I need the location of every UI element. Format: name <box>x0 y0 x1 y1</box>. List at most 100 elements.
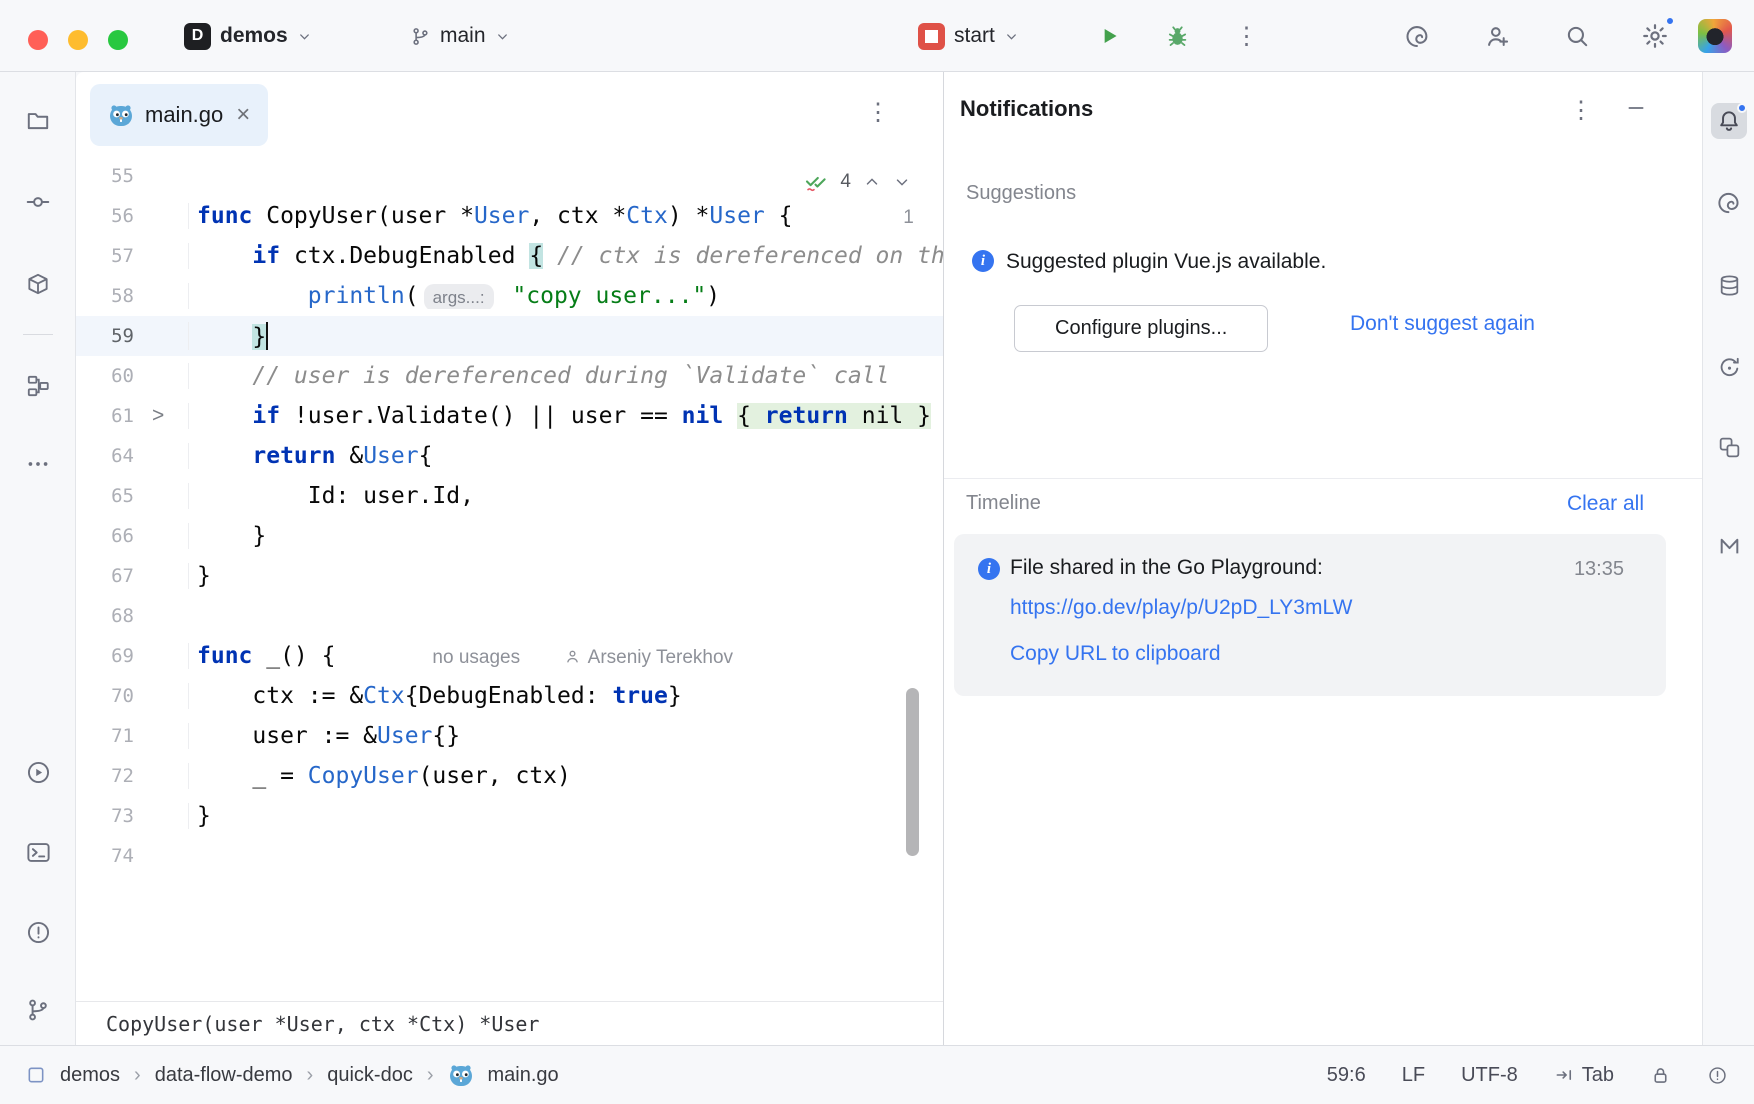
code-line[interactable]: 73} <box>76 796 943 836</box>
run-tool-button[interactable] <box>20 754 56 790</box>
line-number[interactable]: 73 <box>76 805 134 827</box>
code-with-me-button[interactable] <box>1478 17 1516 55</box>
line-number[interactable]: 69 <box>76 645 134 667</box>
line-number[interactable]: 67 <box>76 565 134 587</box>
clear-all-link[interactable]: Clear all <box>1567 492 1644 516</box>
structure-tool-button[interactable] <box>20 368 56 404</box>
line-number[interactable]: 55 <box>76 165 134 187</box>
code-line[interactable]: 57 if ctx.DebugEnabled { // ctx is deref… <box>76 236 943 276</box>
breadcrumb-item[interactable]: main.go <box>488 1064 559 1087</box>
code-token: Id: user.Id, <box>197 483 474 509</box>
playground-url-link[interactable]: https://go.dev/play/p/U2pD_LY3mLW <box>1010 596 1352 620</box>
caret-position-widget[interactable]: 59:6 <box>1327 1064 1366 1087</box>
code-line[interactable]: 65 Id: user.Id, <box>76 476 943 516</box>
maximize-window-button[interactable] <box>108 30 128 50</box>
line-number[interactable]: 74 <box>76 845 134 867</box>
prev-problem-chevron-icon[interactable] <box>863 173 881 191</box>
run-config-icon <box>918 23 945 50</box>
code-line[interactable]: 66 } <box>76 516 943 556</box>
right-tool-stripe <box>1702 72 1754 1045</box>
breadcrumb-item[interactable]: data-flow-demo <box>155 1064 293 1087</box>
window-icon[interactable] <box>26 1065 46 1085</box>
vcs-branch-widget[interactable]: main <box>402 16 518 56</box>
line-number[interactable]: 57 <box>76 245 134 267</box>
configure-plugins-button[interactable]: Configure plugins... <box>1014 305 1268 352</box>
breadcrumb-item[interactable]: quick-doc <box>327 1064 413 1087</box>
project-widget[interactable]: D demos <box>176 16 320 56</box>
search-everywhere-button[interactable] <box>1558 17 1596 55</box>
next-problem-chevron-icon[interactable] <box>893 173 911 191</box>
line-number[interactable]: 58 <box>76 285 134 307</box>
inspections-widget[interactable]: 4 <box>798 166 917 198</box>
code-token <box>197 363 252 389</box>
mail-tool-button[interactable] <box>1711 527 1747 563</box>
minimize-window-button[interactable] <box>68 30 88 50</box>
line-number[interactable]: 64 <box>76 445 134 467</box>
panel-minimize-button[interactable] <box>1626 98 1646 118</box>
line-ending-widget[interactable]: LF <box>1402 1064 1425 1087</box>
fold-arrow-icon[interactable]: > <box>134 404 188 428</box>
copy-url-link[interactable]: Copy URL to clipboard <box>1010 642 1221 666</box>
version-control-tool-button[interactable] <box>20 992 56 1028</box>
profiler-tool-button[interactable] <box>1711 349 1747 385</box>
ai-assistant-button[interactable] <box>1398 17 1436 55</box>
code-line[interactable]: 58 println(args...: "copy user...") <box>76 276 943 316</box>
settings-button[interactable] <box>1636 17 1674 55</box>
line-number[interactable]: 56 <box>76 205 134 227</box>
dont-suggest-link[interactable]: Don't suggest again <box>1350 312 1535 336</box>
run-button[interactable] <box>1090 17 1128 55</box>
run-configuration-widget[interactable]: start <box>910 16 1027 56</box>
code-token: (user, ctx) <box>419 763 571 789</box>
close-window-button[interactable] <box>28 30 48 50</box>
ai-assistant-tool-button[interactable] <box>1711 185 1747 221</box>
code-token: Ctx <box>626 203 668 229</box>
panel-options-button[interactable]: ⋮ <box>1569 96 1594 125</box>
code-line[interactable]: 74 <box>76 836 943 876</box>
code-line[interactable]: 69func _() { no usages Arseniy Terekhov <box>76 636 943 676</box>
packages-tool-button[interactable] <box>20 266 56 302</box>
line-number[interactable]: 61 <box>76 405 134 427</box>
line-number[interactable]: 68 <box>76 605 134 627</box>
user-avatar[interactable] <box>1698 19 1732 53</box>
dependencies-tool-button[interactable] <box>1711 429 1747 465</box>
code-line[interactable]: 67} <box>76 556 943 596</box>
line-number[interactable]: 59 <box>76 325 134 347</box>
breadcrumb: demos › data-flow-demo › quick-doc › mai… <box>26 1046 559 1104</box>
tab-main-go[interactable]: main.go × <box>90 84 268 146</box>
code-line[interactable]: 72 _ = CopyUser(user, ctx) <box>76 756 943 796</box>
more-tools-button[interactable] <box>20 446 56 482</box>
highlighting-level-widget[interactable] <box>1707 1065 1728 1086</box>
line-number[interactable]: 60 <box>76 365 134 387</box>
breadcrumb-item[interactable]: demos <box>60 1064 120 1087</box>
code-line[interactable]: 59 } <box>76 316 943 356</box>
line-number[interactable]: 66 <box>76 525 134 547</box>
problems-tool-button[interactable] <box>20 914 56 950</box>
notifications-tool-button[interactable] <box>1711 103 1747 139</box>
tab-options-button[interactable]: ⋮ <box>866 98 891 127</box>
project-tool-button[interactable] <box>20 102 56 138</box>
code-line[interactable]: 61> if !user.Validate() || user == nil {… <box>76 396 943 436</box>
line-number[interactable]: 65 <box>76 485 134 507</box>
terminal-tool-button[interactable] <box>20 834 56 870</box>
indent-widget[interactable]: Tab <box>1554 1064 1614 1087</box>
editor-area: main.go × ⋮ 55 56func CopyUser(user *User… <box>76 72 944 1045</box>
info-icon: i <box>972 250 994 272</box>
commit-tool-button[interactable] <box>20 184 56 220</box>
database-tool-button[interactable] <box>1711 267 1747 303</box>
code-line[interactable]: 60 // user is dereferenced during `Valid… <box>76 356 943 396</box>
code-line[interactable]: 70 ctx := &Ctx{DebugEnabled: true} <box>76 676 943 716</box>
code-line[interactable]: 64 return &User{ <box>76 436 943 476</box>
encoding-widget[interactable]: UTF-8 <box>1461 1064 1518 1087</box>
tab-close-icon[interactable]: × <box>236 101 250 129</box>
problems-icon <box>25 919 52 946</box>
line-number[interactable]: 72 <box>76 765 134 787</box>
code-line[interactable]: 71 user := &User{} <box>76 716 943 756</box>
code-line[interactable]: 68 <box>76 596 943 636</box>
more-actions-button[interactable]: ⋮ <box>1228 17 1266 55</box>
editor-scrollbar[interactable] <box>906 688 919 856</box>
file-lock-widget[interactable] <box>1650 1065 1671 1086</box>
debug-button[interactable] <box>1158 17 1196 55</box>
code-line[interactable]: 56func CopyUser(user *User, ctx *Ctx) *U… <box>76 196 943 236</box>
line-number[interactable]: 70 <box>76 685 134 707</box>
line-number[interactable]: 71 <box>76 725 134 747</box>
